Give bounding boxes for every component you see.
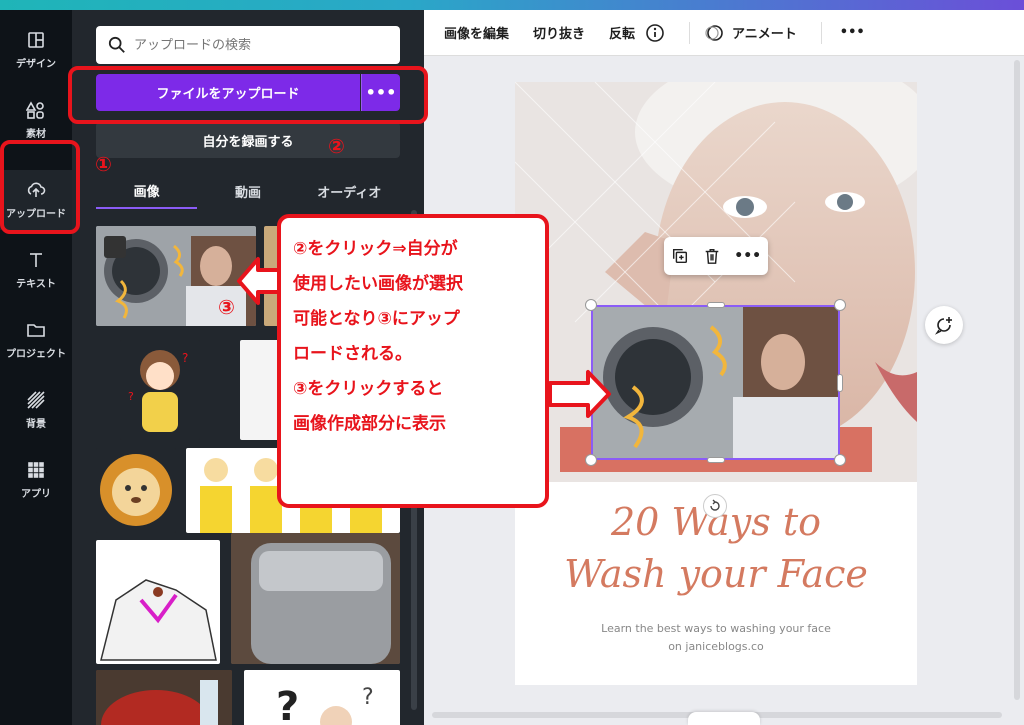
lion-illustration bbox=[100, 454, 172, 526]
rail-item-apps[interactable]: アプリ bbox=[0, 450, 72, 510]
add-comment-icon bbox=[934, 317, 952, 335]
rail-label: テキスト bbox=[16, 279, 56, 290]
search-box[interactable] bbox=[96, 26, 400, 64]
rail-label: アプリ bbox=[21, 489, 51, 500]
uploaded-image-paper-pile[interactable] bbox=[96, 540, 220, 664]
rail-item-projects[interactable]: プロジェクト bbox=[0, 310, 72, 370]
selection-handle[interactable] bbox=[707, 302, 725, 308]
annotation-box-uploads bbox=[0, 140, 80, 234]
duplicate-icon[interactable] bbox=[671, 247, 689, 265]
callout-line: 使用したい画像が選択 bbox=[293, 274, 463, 294]
rail-item-background[interactable]: 背景 bbox=[0, 380, 72, 440]
toolbar-divider bbox=[689, 21, 691, 44]
animate-button[interactable]: アニメート bbox=[704, 23, 797, 43]
laundry-photo bbox=[593, 307, 838, 458]
uploaded-image-rice-cooker[interactable] bbox=[231, 533, 400, 664]
animate-icon bbox=[705, 24, 723, 41]
selection-handle[interactable] bbox=[834, 299, 846, 311]
selection-handle[interactable] bbox=[834, 454, 846, 466]
annotation-number-3: ③ bbox=[218, 295, 235, 319]
context-more-button[interactable]: ••• bbox=[734, 248, 761, 264]
trash-icon[interactable] bbox=[703, 247, 721, 265]
selected-image-frame[interactable] bbox=[591, 305, 840, 460]
selection-handle[interactable] bbox=[585, 454, 597, 466]
text-icon bbox=[30, 253, 42, 267]
tab-audio[interactable]: オーディオ bbox=[299, 173, 400, 209]
layout-icon bbox=[28, 32, 44, 48]
red-appliance-photo bbox=[96, 670, 232, 725]
canvas-title-line2[interactable]: Wash your Face bbox=[515, 552, 917, 596]
uploaded-image-question-person[interactable]: ? ? bbox=[244, 670, 400, 725]
callout-line: ③をクリックすると bbox=[293, 379, 444, 399]
selection-handle[interactable] bbox=[837, 374, 843, 392]
rail-item-design[interactable]: デザイン bbox=[0, 20, 72, 80]
annotation-number-2: ② bbox=[328, 134, 345, 158]
side-rail: デザイン 素材 アップロード テキスト プロジェクト 背景 アプリ bbox=[0, 10, 72, 725]
callout-line: 画像作成部分に表示 bbox=[293, 414, 446, 434]
canvas-subtitle-line2[interactable]: on janiceblogs.co bbox=[515, 640, 917, 653]
canvas-subtitle-line1[interactable]: Learn the best ways to washing your face bbox=[515, 622, 917, 635]
shapes-icon bbox=[26, 101, 44, 119]
annotation-box-upload-button bbox=[68, 66, 428, 124]
toolbar-more-button[interactable]: ••• bbox=[840, 25, 865, 40]
background-pattern-icon bbox=[27, 391, 45, 409]
record-yourself-button[interactable]: 自分を録画する bbox=[96, 122, 400, 158]
toolbar-divider bbox=[820, 21, 822, 44]
page-scroll-tab[interactable] bbox=[688, 712, 760, 725]
rice-cooker-photo bbox=[231, 533, 400, 664]
svg-text:?: ? bbox=[362, 685, 374, 710]
rail-label: 素材 bbox=[26, 129, 46, 140]
folder-icon bbox=[27, 324, 45, 337]
uploaded-image-girl-thinking[interactable]: ? ? bbox=[120, 340, 200, 440]
element-context-toolbar: ••• bbox=[664, 237, 768, 275]
top-accent-bar bbox=[0, 0, 1024, 10]
image-toolbar: 画像を編集 切り抜き 反転 アニメート ••• bbox=[424, 10, 1024, 56]
info-icon[interactable] bbox=[645, 23, 665, 43]
edit-image-button[interactable]: 画像を編集 bbox=[444, 23, 509, 42]
flip-button[interactable]: 反転 bbox=[609, 23, 635, 42]
annotation-callout: ②をクリック⇒自分が 使用したい画像が選択 可能となり③にアップ ロードされる。… bbox=[277, 214, 549, 508]
search-input[interactable] bbox=[134, 37, 384, 53]
callout-line: 可能となり③にアップ bbox=[293, 309, 460, 329]
comment-button[interactable] bbox=[925, 306, 963, 344]
uploaded-image-red-appliance[interactable] bbox=[96, 670, 232, 725]
annotation-arrow-right bbox=[548, 370, 611, 418]
search-icon bbox=[108, 36, 125, 53]
annotation-number-1: ① bbox=[95, 152, 112, 176]
uploaded-image-lion[interactable] bbox=[96, 448, 176, 533]
rotate-handle[interactable] bbox=[703, 494, 727, 518]
media-tabs: 画像 動画 オーディオ bbox=[96, 173, 400, 209]
rail-item-text[interactable]: テキスト bbox=[0, 240, 72, 300]
tab-images[interactable]: 画像 bbox=[96, 173, 198, 209]
callout-line: ロードされる。 bbox=[293, 344, 412, 364]
rail-label: プロジェクト bbox=[6, 349, 66, 360]
canvas-scrollbar[interactable] bbox=[1014, 60, 1020, 700]
apps-grid-icon bbox=[28, 462, 44, 478]
rail-label: 背景 bbox=[26, 419, 46, 430]
rail-label: デザイン bbox=[16, 59, 56, 70]
question-person-photo: ? ? bbox=[276, 684, 374, 725]
callout-line: ②をクリック⇒自分が bbox=[293, 239, 458, 259]
selection-handle[interactable] bbox=[585, 299, 597, 311]
tab-videos[interactable]: 動画 bbox=[197, 173, 298, 209]
animate-label: アニメート bbox=[732, 27, 797, 42]
girl-illustration: ? ? bbox=[128, 350, 188, 432]
svg-text:?: ? bbox=[276, 684, 299, 725]
selection-handle[interactable] bbox=[707, 457, 725, 463]
svg-text:?: ? bbox=[128, 390, 134, 403]
svg-text:?: ? bbox=[182, 351, 188, 365]
crop-button[interactable]: 切り抜き bbox=[533, 23, 585, 42]
rotate-icon bbox=[710, 499, 720, 511]
paper-pile-illustration bbox=[100, 579, 217, 661]
